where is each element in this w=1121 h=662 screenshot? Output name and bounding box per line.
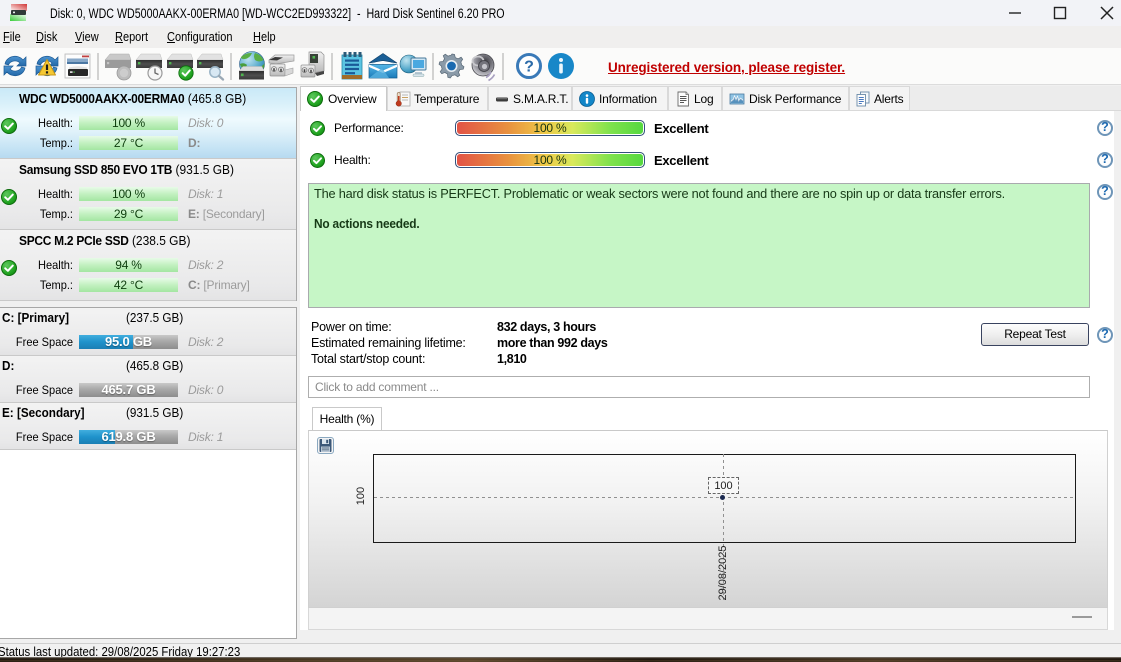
svg-text:?: ? <box>524 59 534 76</box>
